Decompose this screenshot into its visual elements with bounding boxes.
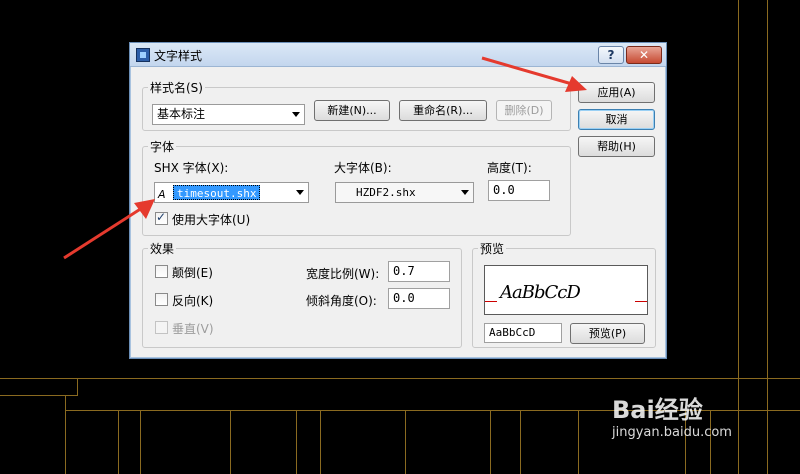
arrow-to-shx-font [63,199,155,260]
watermark-logo: Bai经验 [612,396,703,424]
baidu-watermark: Bai经验 jingyan.baidu.com [612,390,732,440]
watermark-url: jingyan.baidu.com [612,425,732,440]
arrow-to-apply [481,56,587,92]
